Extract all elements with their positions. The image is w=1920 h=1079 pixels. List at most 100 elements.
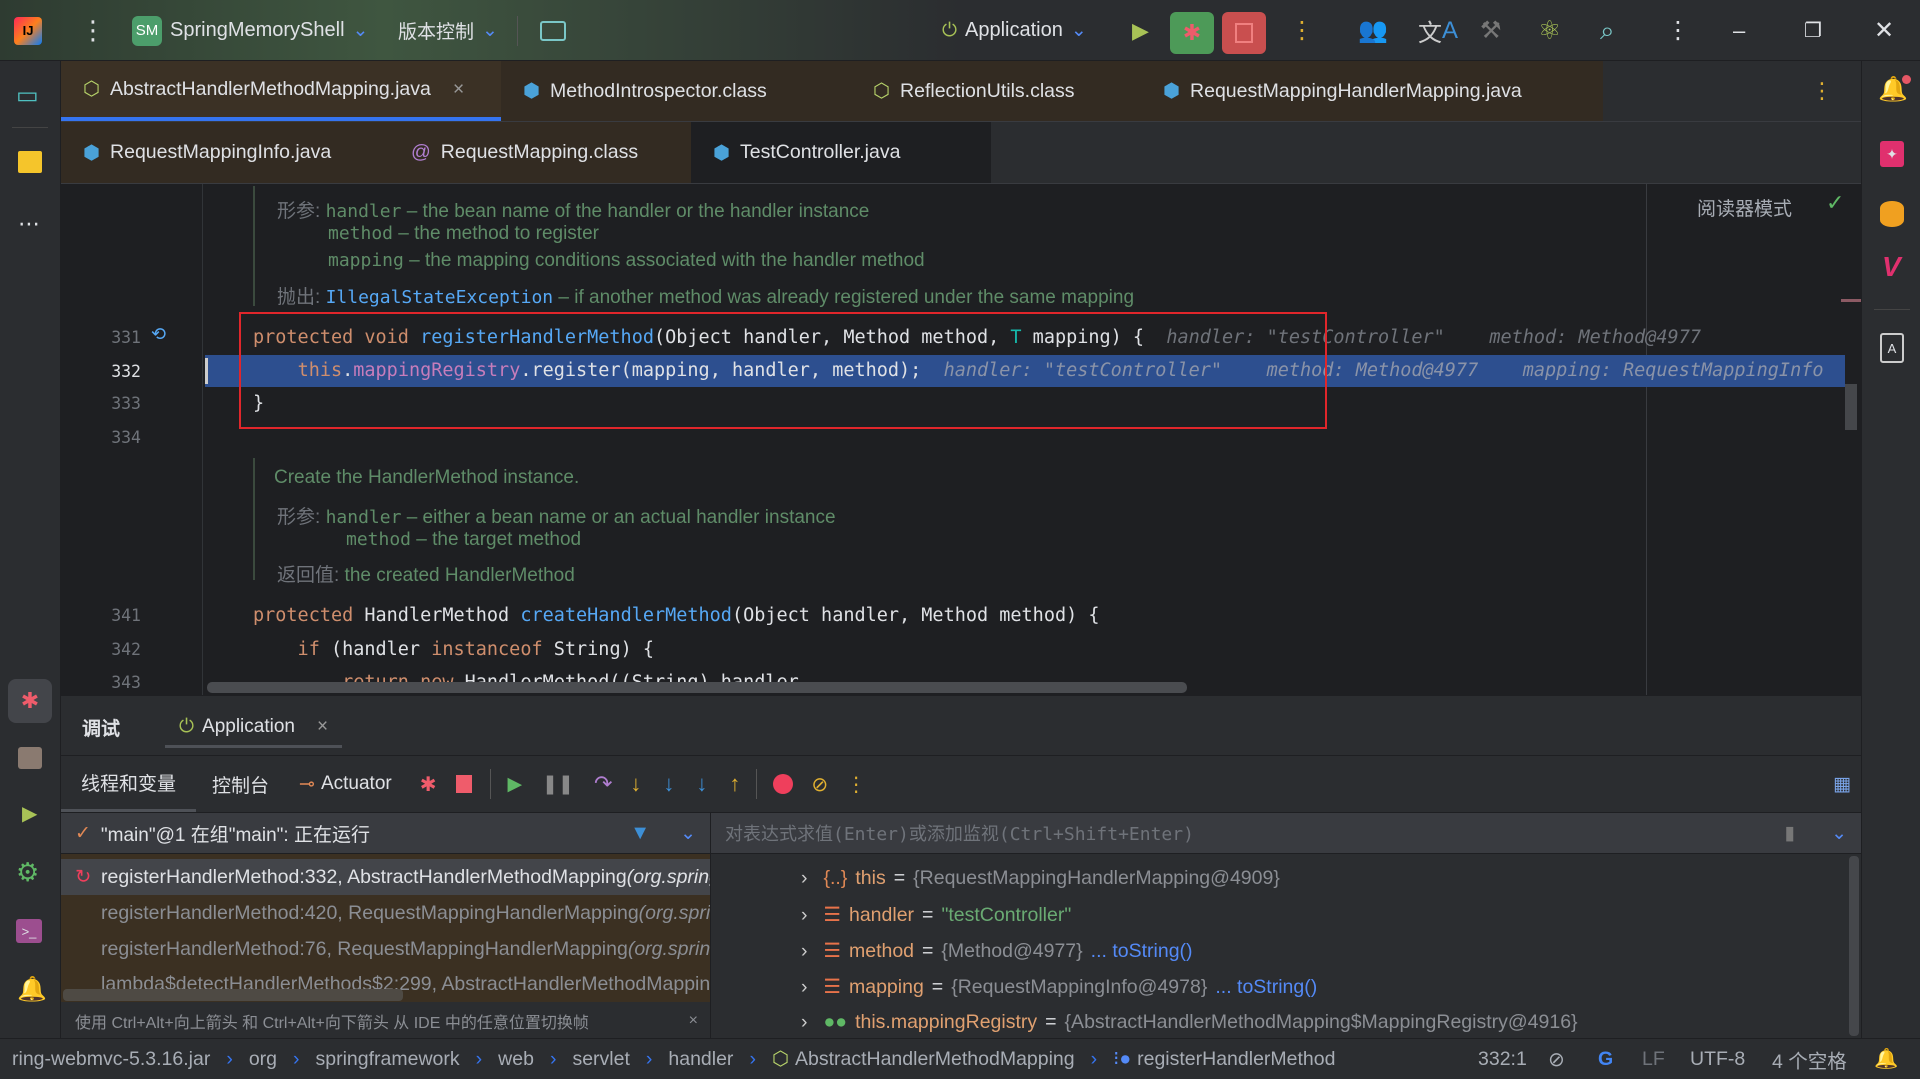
expand-chevron-icon[interactable]: › xyxy=(801,904,808,927)
smart-step-into-icon[interactable]: ↓ xyxy=(696,771,707,797)
chevron-down-icon[interactable]: ⌄ xyxy=(680,822,696,845)
debug-bug-icon[interactable]: ✱ xyxy=(1170,12,1214,54)
variable-row[interactable]: › {..} this = {RequestMappingHandlerMapping@… xyxy=(801,867,1280,890)
pause-icon[interactable]: ❚❚ xyxy=(542,773,574,796)
variable-row[interactable]: › ●● this.mappingRegistry = {AbstractHandler… xyxy=(801,1011,1578,1034)
breadcrumb-item[interactable]: org xyxy=(249,1048,277,1071)
doc-link[interactable]: IllegalStateException xyxy=(326,287,554,308)
google-icon[interactable]: G xyxy=(1598,1048,1613,1071)
intellij-logo-icon[interactable]: IJ xyxy=(14,16,42,45)
stack-frame[interactable]: registerHandlerMethod:76, RequestMapping… xyxy=(61,931,710,967)
thread-selector[interactable]: ✓ "main"@1 在组"main": 正在运行 ▼ ⌄ xyxy=(61,812,710,854)
tab-reflection-utils[interactable]: ⬡ ReflectionUtils.class xyxy=(851,61,1141,121)
folder-icon[interactable] xyxy=(540,0,566,61)
tab-request-mapping-handler-mapping[interactable]: ⬢ RequestMappingHandlerMapping.java xyxy=(1141,61,1603,121)
stack-frame[interactable]: ↻ registerHandlerMethod:332, AbstractHand… xyxy=(61,859,710,895)
terminal-icon[interactable]: >_ xyxy=(16,919,42,943)
vue-icon[interactable]: V xyxy=(1882,251,1901,283)
variable-row[interactable]: › ☰ handler = "testController" xyxy=(801,903,1071,927)
method-override-icon[interactable]: ⟲ xyxy=(151,324,166,345)
tab-test-controller[interactable]: ⬢ TestController.java xyxy=(691,122,991,183)
monitor-icon[interactable]: ▭ xyxy=(16,81,39,110)
ai-assistant-icon[interactable]: ✦ xyxy=(1880,141,1904,167)
editor-scrollbar[interactable] xyxy=(1845,384,1857,430)
stop-icon[interactable] xyxy=(1222,12,1266,54)
more-icon[interactable]: ⋮ xyxy=(1290,0,1314,61)
more-tools-icon[interactable]: ⋯ xyxy=(18,211,40,237)
to-string-link[interactable]: ... toString() xyxy=(1215,976,1317,999)
breadcrumb-item[interactable]: springframework xyxy=(316,1048,460,1071)
mute-breakpoints-icon[interactable]: ⊘ xyxy=(811,772,828,797)
breadcrumb-item[interactable]: handler xyxy=(668,1048,733,1071)
alarm-icon[interactable]: 🔔 xyxy=(1874,1047,1898,1071)
resume-icon[interactable]: ▶ xyxy=(507,773,522,796)
cursor-position[interactable]: 332:1 xyxy=(1478,1048,1527,1071)
subtab-threads-variables[interactable]: 线程和变量 xyxy=(61,756,197,812)
debug-bug-icon[interactable]: ✱ xyxy=(420,772,437,797)
expand-chevron-icon[interactable]: › xyxy=(801,976,808,999)
search-icon[interactable]: ⌕ xyxy=(1600,0,1615,61)
close-window-icon[interactable]: ✕ xyxy=(1874,0,1894,61)
restore-icon[interactable]: ❐ xyxy=(1804,0,1822,61)
step-over-icon[interactable]: ↷ xyxy=(594,771,612,797)
step-into-icon[interactable]: ↓ xyxy=(630,771,641,797)
users-icon[interactable]: 👥 xyxy=(1358,0,1388,61)
run-tool-icon[interactable]: ▶ xyxy=(22,801,37,826)
horizontal-scrollbar[interactable] xyxy=(207,682,1187,693)
filter-icon[interactable]: ▼ xyxy=(630,822,650,845)
step-out-icon[interactable]: ↑ xyxy=(729,771,740,797)
breadcrumb-item[interactable]: web xyxy=(498,1048,534,1071)
layout-icon[interactable]: ▦ xyxy=(1833,773,1851,796)
tab-application-session[interactable]: ⏻ Application × xyxy=(165,708,343,748)
frames-scrollbar[interactable] xyxy=(63,989,403,1001)
subtab-console[interactable]: 控制台 xyxy=(196,771,285,798)
code-editor[interactable]: 阅读器模式 ✓ 形参: handler – the bean name of t… xyxy=(61,184,1861,695)
chevron-down-icon[interactable]: ⌄ xyxy=(1831,822,1847,845)
stop-icon[interactable] xyxy=(456,775,473,793)
close-hint-icon[interactable]: × xyxy=(689,1012,698,1030)
tools-icon[interactable]: ⚒ xyxy=(1480,0,1502,61)
debug-tool-icon[interactable]: ✱ xyxy=(8,679,52,723)
settings-more-icon[interactable]: ⋮ xyxy=(1666,0,1690,61)
translate-icon[interactable]: 文A xyxy=(1418,0,1458,61)
tab-abstract-handler-method-mapping[interactable]: ⬡ AbstractHandlerMethodMapping.java × xyxy=(61,61,501,121)
bookmark-icon[interactable]: ▮ xyxy=(1785,822,1795,845)
rerun-icon[interactable]: ▶ xyxy=(1132,0,1149,61)
expand-chevron-icon[interactable]: › xyxy=(801,940,808,963)
variables-scrollbar[interactable] xyxy=(1849,856,1859,1036)
gear-icon[interactable]: ⚙ xyxy=(16,857,39,888)
more-icon[interactable]: ⋮ xyxy=(846,772,866,797)
tab-method-introspector[interactable]: ⬢ MethodIntrospector.class xyxy=(501,61,851,121)
tab-request-mapping[interactable]: @ RequestMapping.class xyxy=(389,122,691,183)
force-step-into-icon[interactable]: ↓ xyxy=(663,771,674,797)
vcs-menu[interactable]: 版本控制 ⌄ xyxy=(398,0,498,61)
close-tab-icon[interactable]: × xyxy=(453,78,464,101)
close-session-icon[interactable]: × xyxy=(317,716,328,738)
reader-mode-toggle[interactable]: 阅读器模式 xyxy=(1697,194,1792,221)
file-encoding[interactable]: UTF-8 xyxy=(1690,1048,1745,1071)
tabs-more-icon[interactable]: ⋮ xyxy=(1603,61,1861,121)
breadcrumb-item[interactable]: servlet xyxy=(572,1048,629,1071)
atom-icon[interactable]: ⚛ xyxy=(1538,0,1561,61)
variable-row[interactable]: › ☰ mapping = {RequestMappingInfo@4978} ... … xyxy=(801,975,1317,999)
breadcrumb-item[interactable]: AbstractHandlerMethodMapping xyxy=(795,1048,1075,1071)
run-config-selector[interactable]: ⏻ Application ⌄ xyxy=(942,0,1087,61)
services-icon[interactable] xyxy=(18,747,42,769)
structure-icon[interactable] xyxy=(18,151,42,173)
project-selector[interactable]: SM SpringMemoryShell ⌄ xyxy=(132,0,368,61)
alarm-icon[interactable]: 🔔 xyxy=(17,975,47,1004)
breadcrumb-item[interactable]: registerHandlerMethod xyxy=(1137,1048,1335,1071)
breadcrumb-item[interactable]: ring-webmvc-5.3.16.jar xyxy=(12,1048,210,1071)
view-breakpoints-icon[interactable] xyxy=(773,774,794,794)
database-icon[interactable] xyxy=(1880,201,1904,227)
line-separator[interactable]: LF xyxy=(1642,1048,1665,1071)
main-menu-icon[interactable]: ⋮ xyxy=(80,0,106,61)
variable-row[interactable]: › ☰ method = {Method@4977} ... toString() xyxy=(801,939,1193,963)
minimize-icon[interactable]: – xyxy=(1733,0,1745,61)
no-inspections-icon[interactable]: ⊘ xyxy=(1548,1047,1565,1072)
expand-chevron-icon[interactable]: › xyxy=(801,1011,808,1034)
stack-frame[interactable]: registerHandlerMethod:420, RequestMappin… xyxy=(61,895,710,931)
indent-setting[interactable]: 4 个空格 xyxy=(1772,1045,1847,1074)
evaluate-expression-input[interactable]: 对表达式求值(Enter)或添加监视(Ctrl+Shift+Enter) ▮ ⌄ xyxy=(711,812,1861,854)
to-string-link[interactable]: ... toString() xyxy=(1091,940,1193,963)
